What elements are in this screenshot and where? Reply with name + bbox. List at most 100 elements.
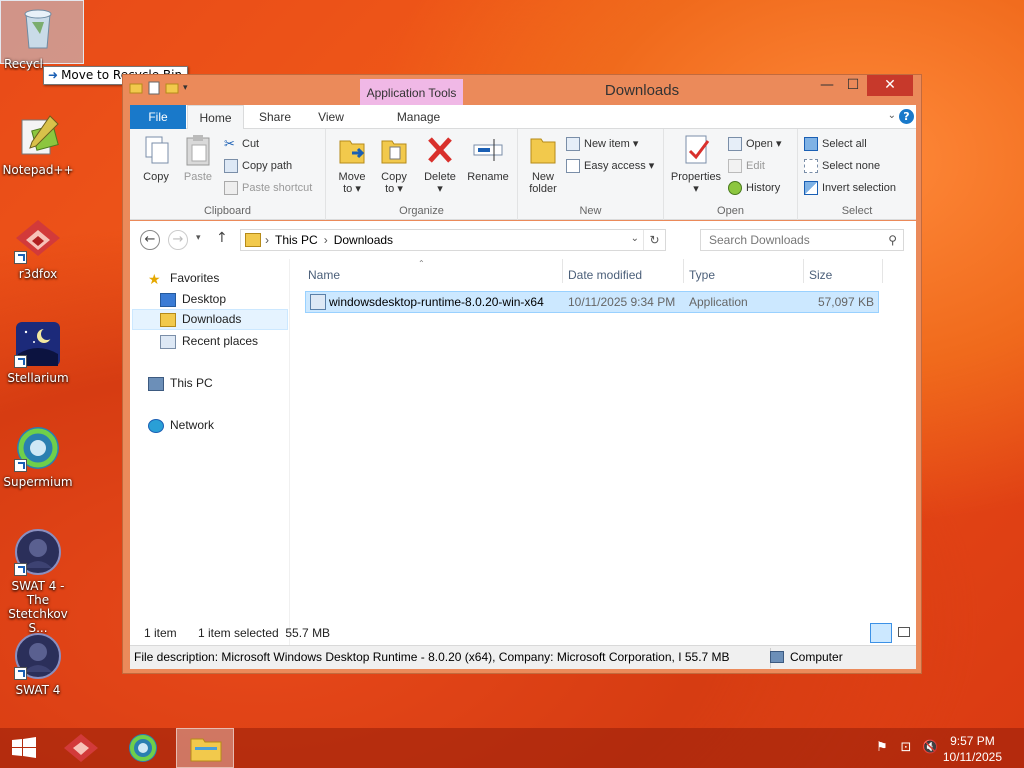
tab-home[interactable]: Home bbox=[187, 105, 244, 130]
tab-manage[interactable]: Manage bbox=[367, 105, 470, 129]
invert-selection-button[interactable]: Invert selection bbox=[804, 178, 896, 198]
copy-path-button[interactable]: Copy path bbox=[224, 156, 292, 176]
desktop-icon-stellarium[interactable]: Stellarium bbox=[0, 320, 76, 385]
up-arrow-icon[interactable]: ↑ bbox=[216, 230, 228, 246]
shortcut-arrow-icon bbox=[14, 355, 27, 368]
ribbon-tabs: File Home Share View Manage ⌄ ? bbox=[130, 105, 916, 130]
nav-recent-places[interactable]: Recent places bbox=[160, 331, 258, 352]
open-icon bbox=[728, 137, 742, 151]
volume-muted-icon[interactable]: 🔇 bbox=[922, 740, 938, 756]
maximize-button[interactable]: ☐ bbox=[839, 75, 867, 96]
easy-access-label: Easy access ▾ bbox=[584, 160, 655, 172]
column-size[interactable]: Size bbox=[809, 267, 832, 283]
nav-favorites[interactable]: ★ Favorites bbox=[148, 268, 219, 289]
column-type[interactable]: Type bbox=[689, 267, 715, 283]
swat4-icon bbox=[14, 528, 62, 576]
taskbar-r3dfox[interactable] bbox=[52, 728, 110, 768]
delete-x-icon bbox=[424, 133, 456, 167]
nav-label: Network bbox=[170, 418, 215, 432]
clipboard-group-label: Clipboard bbox=[203, 205, 252, 217]
file-name: windowsdesktop-runtime-8.0.20-win-x64 bbox=[329, 295, 544, 309]
edit-button[interactable]: Edit bbox=[728, 156, 765, 176]
recent-locations-chevron-icon[interactable]: ▾ bbox=[196, 233, 201, 243]
move-to-button[interactable]: Move to ▾ bbox=[332, 133, 372, 195]
copy-button[interactable]: Copy bbox=[136, 133, 176, 183]
clock[interactable]: 9:57 PM 10/11/2025 bbox=[943, 733, 1002, 765]
paste-icon bbox=[182, 133, 214, 167]
open-button[interactable]: Open ▾ bbox=[728, 134, 782, 154]
new-group: New folder New item ▾ Easy access ▾ New bbox=[518, 129, 664, 220]
column-name[interactable]: Name bbox=[308, 267, 340, 283]
easy-access-button[interactable]: Easy access ▾ bbox=[566, 156, 654, 176]
nav-desktop[interactable]: Desktop bbox=[160, 289, 226, 310]
select-none-icon bbox=[804, 159, 818, 173]
move-to-label: Move bbox=[338, 171, 366, 183]
nav-downloads[interactable]: Downloads bbox=[132, 309, 288, 330]
copy-to-button[interactable]: Copy to ▾ bbox=[374, 133, 414, 195]
tab-view[interactable]: View bbox=[306, 105, 356, 129]
new-folder-label: New bbox=[531, 171, 554, 183]
windows-logo-icon bbox=[12, 737, 36, 758]
paste-shortcut-button[interactable]: Paste shortcut bbox=[224, 178, 312, 198]
chevron-down-icon[interactable]: ⌄ bbox=[888, 110, 896, 121]
status-selection: 1 item selected 55.7 MB bbox=[198, 626, 331, 640]
desktop-icon-swat4-stetchkov[interactable]: SWAT 4 - The Stetchkov S... bbox=[0, 528, 76, 635]
properties-button[interactable]: Properties ▾ bbox=[668, 133, 724, 195]
tab-share[interactable]: Share bbox=[250, 105, 300, 129]
new-item-icon bbox=[566, 137, 580, 151]
chevron-down-icon[interactable]: ⌄ bbox=[631, 233, 639, 244]
new-folder-label-2: folder bbox=[529, 183, 557, 195]
content-area: ★ Favorites Desktop Downloads Recent plac… bbox=[130, 259, 916, 645]
close-button[interactable]: ✕ bbox=[867, 75, 913, 96]
new-item-button[interactable]: New item ▾ bbox=[566, 134, 638, 154]
back-button[interactable]: ← bbox=[140, 230, 160, 250]
paste-button[interactable]: Paste bbox=[178, 133, 218, 183]
breadcrumb-separator: › bbox=[265, 233, 269, 247]
minimize-button[interactable]: — bbox=[813, 75, 841, 96]
history-button[interactable]: History bbox=[728, 178, 780, 198]
action-center-flag-icon[interactable]: ⚑ bbox=[874, 740, 890, 756]
start-button[interactable] bbox=[0, 728, 48, 768]
file-explorer-icon bbox=[190, 738, 222, 762]
select-none-button[interactable]: Select none bbox=[804, 156, 880, 176]
new-folder-button[interactable]: New folder bbox=[522, 133, 564, 195]
file-row[interactable]: windowsdesktop-runtime-8.0.20-win-x64 10… bbox=[305, 291, 879, 313]
forward-button[interactable]: → bbox=[168, 230, 188, 250]
desktop-icon-notepad[interactable]: Notepad++ bbox=[0, 112, 76, 177]
taskbar-supermium[interactable] bbox=[114, 728, 172, 768]
nav-this-pc[interactable]: This PC bbox=[148, 373, 213, 394]
desktop-icon-supermium[interactable]: Supermium bbox=[0, 424, 76, 489]
breadcrumb-downloads[interactable]: Downloads bbox=[334, 233, 393, 247]
status-item-count: 1 item bbox=[144, 626, 177, 640]
address-bar[interactable]: › This PC › Downloads ⌄ ↻ bbox=[240, 229, 666, 251]
notepad-plus-icon bbox=[14, 112, 62, 160]
refresh-icon[interactable]: ↻ bbox=[643, 230, 665, 250]
column-date-modified[interactable]: Date modified bbox=[568, 267, 642, 283]
cut-button[interactable]: ✂ Cut bbox=[224, 134, 259, 154]
help-icon[interactable]: ? bbox=[899, 109, 914, 124]
column-divider bbox=[882, 259, 883, 283]
edit-label: Edit bbox=[746, 160, 765, 172]
address-row: ← → ▾ ↑ › This PC › Downloads ⌄ ↻ Search… bbox=[130, 221, 916, 259]
navigation-pane: ★ Favorites Desktop Downloads Recent plac… bbox=[130, 259, 290, 645]
desktop-icon-r3dfox[interactable]: r3dfox bbox=[0, 216, 76, 281]
desktop-icon-swat4[interactable]: SWAT 4 bbox=[0, 632, 76, 697]
stellarium-icon bbox=[14, 320, 62, 368]
large-icons-view-button[interactable] bbox=[894, 623, 914, 643]
tab-file[interactable]: File bbox=[130, 105, 186, 129]
supermium-icon bbox=[129, 734, 157, 762]
paste-shortcut-icon bbox=[224, 181, 238, 195]
desktop-icon-label: SWAT 4 - The Stetchkov S... bbox=[8, 579, 68, 635]
rename-button[interactable]: Rename bbox=[464, 133, 512, 183]
taskbar-file-explorer[interactable] bbox=[176, 728, 234, 768]
title-bar[interactable]: ▾ Application Tools Downloads — ☐ ✕ bbox=[123, 75, 921, 105]
breadcrumb-this-pc[interactable]: This PC bbox=[275, 233, 318, 247]
nav-network[interactable]: Network bbox=[148, 415, 214, 436]
search-input[interactable]: Search Downloads ⚲ bbox=[700, 229, 904, 251]
desktop-icon-recycle-bin[interactable]: Recycle Bin bbox=[0, 0, 76, 71]
copy-to-icon bbox=[378, 133, 410, 167]
delete-button[interactable]: Delete ▾ bbox=[420, 133, 460, 195]
details-view-button[interactable] bbox=[870, 623, 892, 643]
select-all-button[interactable]: Select all bbox=[804, 134, 867, 154]
network-icon[interactable]: ⊡ bbox=[898, 740, 914, 756]
